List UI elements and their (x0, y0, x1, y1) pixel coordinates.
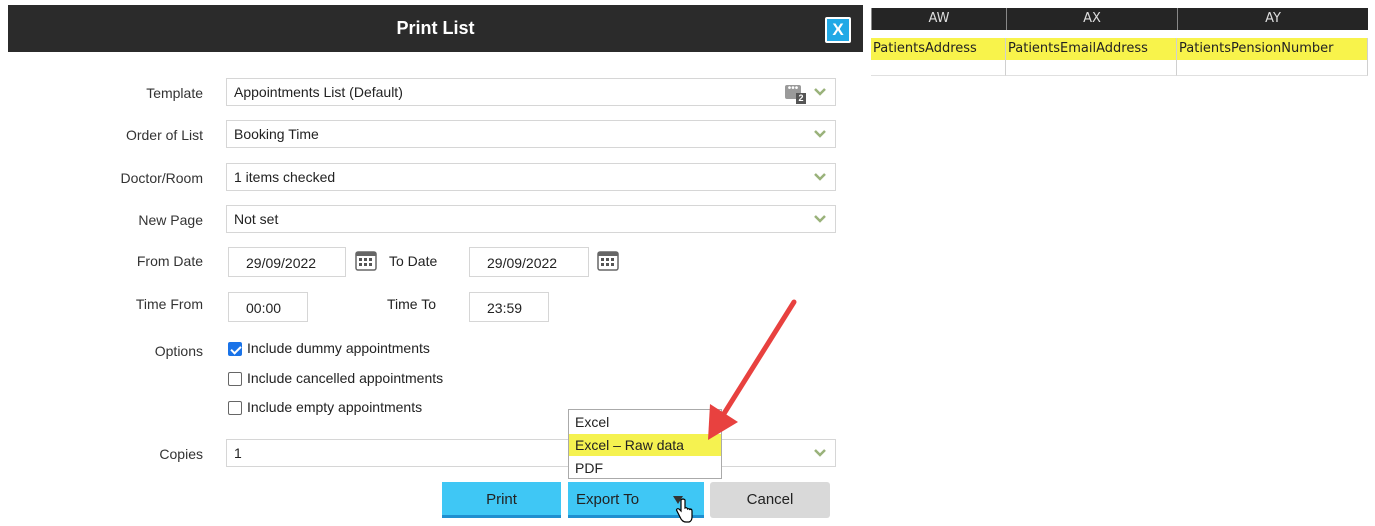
order-select[interactable]: Booking Time (226, 120, 836, 148)
calendar-icon[interactable] (597, 249, 619, 271)
options-label: Options (154, 343, 203, 359)
chevron-down-icon[interactable] (813, 127, 827, 141)
option-cancelled-label: Include cancelled appointments (247, 370, 444, 386)
chevron-down-icon[interactable] (813, 170, 827, 184)
export-menu-item-pdf[interactable]: PDF (569, 457, 721, 479)
time-from-input[interactable]: 00:00 (228, 292, 308, 322)
print-button[interactable]: Print (442, 482, 561, 518)
chevron-down-icon[interactable] (813, 212, 827, 226)
empty-cell[interactable] (871, 60, 1006, 76)
empty-cell[interactable] (1006, 60, 1177, 76)
template-select[interactable]: Appointments List (Default) ••• 2 (226, 78, 836, 106)
cell-patients-email[interactable]: PatientsEmailAddress (1006, 38, 1177, 60)
doctor-value: 1 items checked (234, 169, 336, 185)
time-from-label: Time From (135, 296, 203, 312)
column-header-aw[interactable]: AW (871, 8, 1006, 30)
template-label: Template (146, 85, 203, 101)
checkbox-checked[interactable] (228, 342, 242, 356)
option-empty-label: Include empty appointments (247, 399, 423, 415)
doctor-label: Doctor/Room (120, 170, 203, 186)
export-to-label: Export To (576, 491, 640, 508)
dialog-title: Print List (396, 18, 475, 38)
option-dummy-label: Include dummy appointments (247, 340, 430, 356)
template-count-badge: 2 (796, 93, 806, 104)
close-button[interactable]: X (825, 17, 851, 43)
empty-cell[interactable] (1177, 60, 1368, 76)
copies-label: Copies (159, 446, 203, 462)
cancel-button[interactable]: Cancel (710, 482, 830, 518)
from-date-input[interactable]: 29/09/2022 (228, 247, 346, 277)
to-date-input[interactable]: 29/09/2022 (469, 247, 589, 277)
order-value: Booking Time (234, 126, 319, 142)
new-page-value: Not set (234, 211, 279, 227)
checkbox-unchecked[interactable] (228, 372, 242, 386)
column-header-ay[interactable]: AY (1177, 8, 1368, 30)
from-date-label: From Date (136, 253, 203, 269)
new-page-label: New Page (138, 212, 203, 228)
chevron-down-icon[interactable] (813, 85, 827, 99)
annotation-arrow-icon (708, 299, 797, 440)
new-page-select[interactable]: Not set (226, 205, 836, 233)
cell-patients-pension[interactable]: PatientsPensionNumber (1177, 38, 1368, 60)
dialog-titlebar: Print List X (8, 5, 863, 52)
doctor-select[interactable]: 1 items checked (226, 163, 836, 191)
time-to-input[interactable]: 23:59 (469, 292, 549, 322)
cell-patients-address[interactable]: PatientsAddress (871, 38, 1006, 60)
time-to-label: Time To (387, 296, 437, 312)
checkbox-unchecked[interactable] (228, 401, 242, 415)
column-header-ax[interactable]: AX (1006, 8, 1177, 30)
copies-value: 1 (234, 445, 242, 461)
to-date-label: To Date (389, 253, 438, 269)
order-label: Order of List (125, 127, 203, 143)
calendar-icon[interactable] (355, 249, 377, 271)
hand-cursor-icon (675, 498, 693, 523)
template-value: Appointments List (Default) (234, 84, 403, 100)
